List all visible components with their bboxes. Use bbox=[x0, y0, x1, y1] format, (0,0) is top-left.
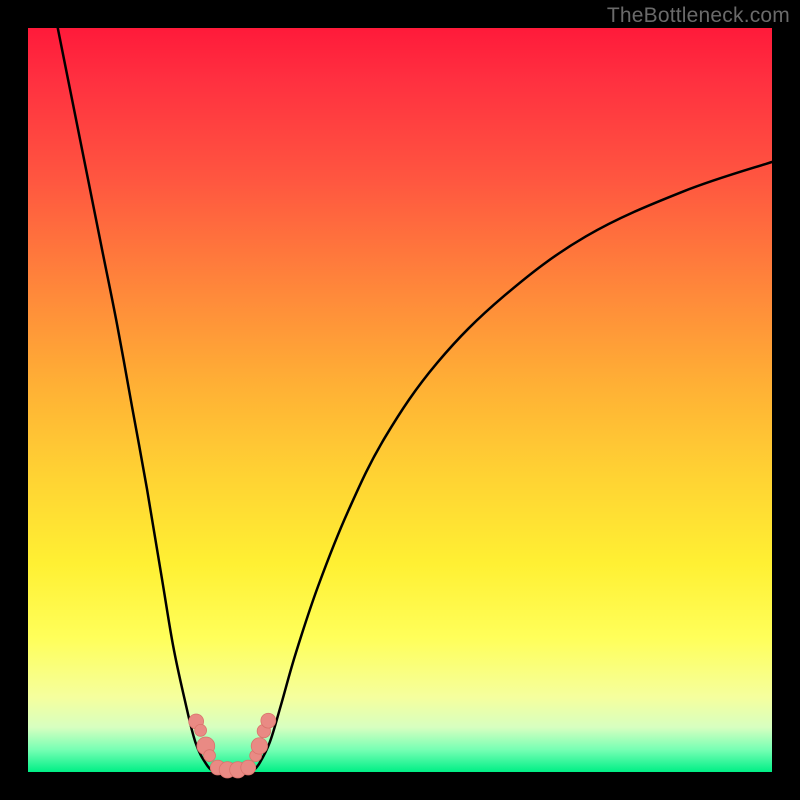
marker-dot bbox=[241, 760, 256, 775]
marker-dot bbox=[251, 738, 267, 754]
marker-dot bbox=[195, 724, 207, 736]
marker-dot bbox=[204, 750, 216, 762]
marker-group bbox=[189, 713, 276, 778]
curve-layer bbox=[28, 28, 772, 772]
bottleneck-curve bbox=[58, 28, 772, 773]
marker-dot bbox=[261, 713, 276, 728]
plot-area bbox=[28, 28, 772, 772]
chart-frame: TheBottleneck.com bbox=[0, 0, 800, 800]
watermark-text: TheBottleneck.com bbox=[607, 4, 790, 28]
curve-path bbox=[58, 28, 772, 773]
